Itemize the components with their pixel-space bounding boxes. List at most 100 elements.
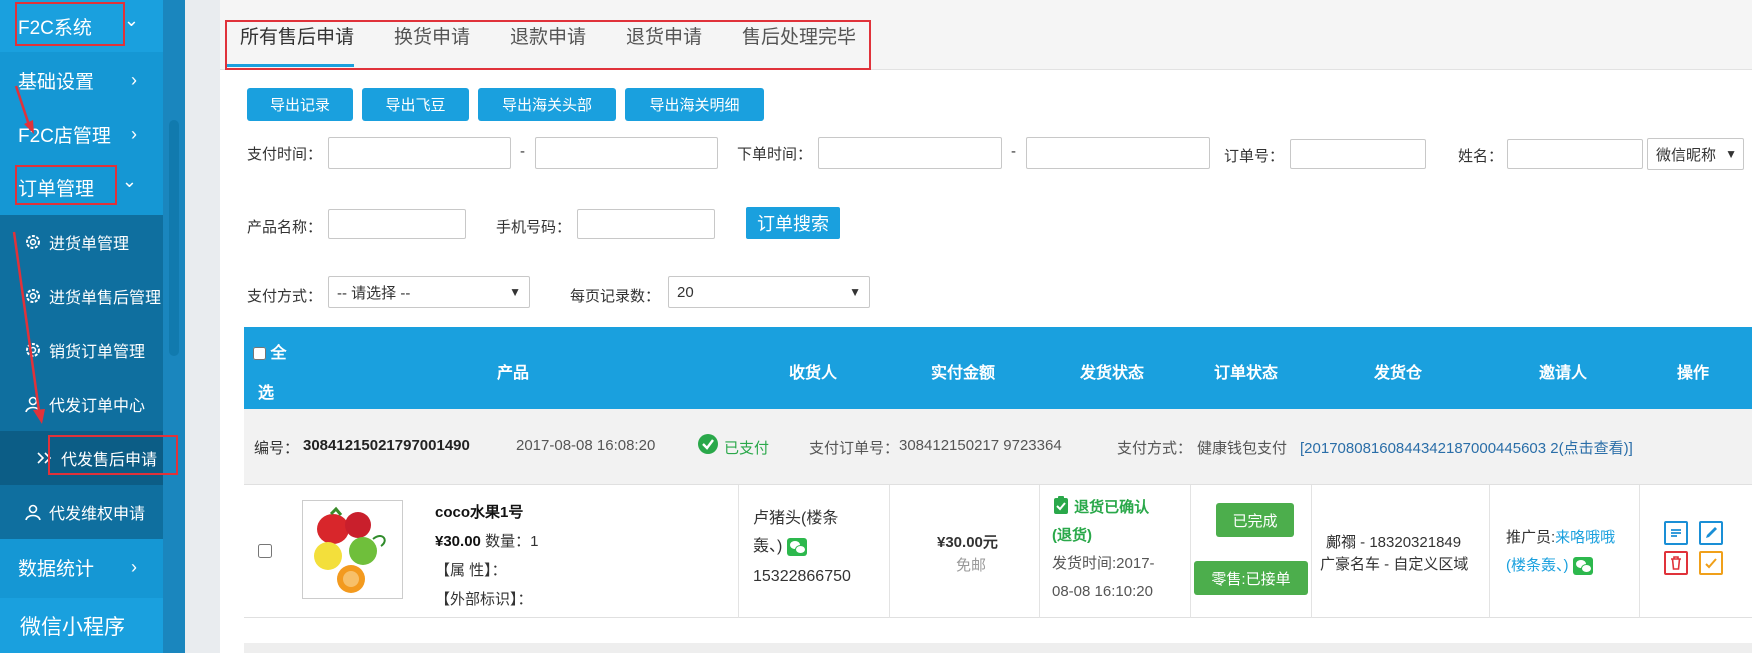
pay-time-start-input[interactable]: [328, 137, 511, 169]
receiver-name: 卢猪头(楼条: [753, 510, 839, 527]
column-divider: [1039, 485, 1040, 618]
delete-icon[interactable]: [1664, 551, 1688, 575]
header-actions: 操作: [1677, 365, 1710, 382]
annotation-arrows: [12, 85, 45, 424]
paid-status: 已支付: [724, 440, 770, 457]
product-name: coco水果1号: [435, 504, 524, 521]
page-size-value: 20: [677, 283, 694, 301]
order-no-input[interactable]: [1290, 139, 1426, 169]
header-product: 产品: [497, 365, 530, 382]
range-dash: -: [520, 143, 525, 160]
tab-bar: 所有售后申请 换货申请 退款申请 退货申请 售后处理完毕: [220, 0, 1752, 70]
column-divider: [1190, 485, 1191, 618]
external-id-label: 【外部标识】：: [435, 591, 533, 608]
order-no-label: 订单号：: [1224, 148, 1285, 165]
pay-method-select[interactable]: -- 请选择 -- ▼: [328, 276, 530, 308]
name-input[interactable]: [1507, 139, 1643, 169]
order-completed-button[interactable]: 已完成: [1216, 503, 1294, 537]
active-tab-indicator: [227, 64, 354, 67]
receiver-name-cont: 轰、): [753, 538, 783, 555]
page-size-select[interactable]: 20 ▼: [668, 276, 870, 308]
tab-completed[interactable]: 售后处理完毕: [742, 22, 856, 62]
header-receiver: 收货人: [789, 365, 838, 382]
column-divider: [1489, 485, 1490, 618]
column-divider: [738, 485, 739, 618]
select-all-checkbox[interactable]: [253, 347, 266, 361]
name-label: 姓名：: [1458, 148, 1504, 165]
receiver-name-2: 轰、): [753, 533, 807, 561]
tab-return[interactable]: 退货申请: [626, 22, 702, 62]
next-row-strip: [244, 643, 1752, 653]
order-number: 30841215021797001490: [303, 437, 470, 454]
wechat-icon: [786, 537, 807, 556]
receiver-phone: 15322866750: [753, 568, 851, 585]
clipboard-check-icon: [1054, 496, 1068, 514]
column-divider: [889, 485, 890, 618]
pay-detail-link[interactable]: [20170808160844342187000445603 2(点击查看)]: [1300, 437, 1633, 458]
warehouse-line-2: 广豪名车 - 自定义区域: [1320, 556, 1469, 573]
inviter-2: (楼条轰、): [1506, 553, 1593, 579]
order-time-label: 下单时间：: [737, 146, 813, 163]
wechat-icon: [1572, 557, 1593, 576]
export-records-button[interactable]: 导出记录: [247, 88, 353, 121]
order-search-button[interactable]: 订单搜索: [746, 207, 840, 239]
sidebar: F2C系统 ⌄ 基础设置 › F2C店管理 › 订单管理 ⌄ 进货单管理 进货单…: [0, 0, 185, 653]
column-divider: [1311, 485, 1312, 618]
edit-icon[interactable]: [1699, 521, 1723, 545]
range-dash: -: [1011, 143, 1016, 160]
pay-method-value: -- 请选择 --: [337, 284, 411, 302]
select-all-label: 全: [270, 345, 287, 362]
header-order-status: 订单状态: [1214, 365, 1279, 382]
view-detail-icon[interactable]: [1664, 521, 1688, 545]
product-price: ¥30.00: [435, 533, 481, 550]
quantity: 1: [530, 533, 539, 550]
dropdown-arrow-icon: ▼: [849, 285, 861, 299]
pay-method-info-label: 支付方式：: [1117, 440, 1193, 457]
audit-icon[interactable]: [1699, 551, 1723, 575]
product-image: [302, 500, 403, 599]
product-name-input[interactable]: [328, 209, 466, 239]
column-divider: [1639, 485, 1640, 618]
inviter-name-2[interactable]: (楼条轰、): [1506, 557, 1569, 574]
tab-refund[interactable]: 退款申请: [510, 22, 586, 62]
row-checkbox[interactable]: [258, 544, 272, 558]
order-time-start-input[interactable]: [818, 137, 1002, 169]
select-all-label-2: 选: [258, 385, 275, 402]
pay-order-no: 308412150217 9723364: [899, 437, 1062, 454]
order-time-end-input[interactable]: [1026, 137, 1210, 169]
retail-accepted-button[interactable]: 零售:已接单: [1194, 561, 1308, 595]
phone-input[interactable]: [577, 209, 715, 239]
header-warehouse: 发货仓: [1374, 365, 1423, 382]
pay-time-label: 支付时间：: [247, 146, 323, 163]
name-type-select[interactable]: 微信昵称 ▼: [1647, 138, 1744, 170]
ship-time-1: 发货时间:2017-: [1052, 555, 1155, 572]
quantity-label: 数量：: [485, 533, 531, 550]
export-customs-header-button[interactable]: 导出海关头部: [478, 88, 616, 121]
order-number-label: 编号：: [254, 440, 300, 457]
dropdown-arrow-icon: ▼: [1725, 147, 1737, 161]
export-customs-detail-button[interactable]: 导出海关明细: [625, 88, 764, 121]
product-price-line: ¥30.00 数量：1: [435, 529, 538, 555]
ship-status-text: 退货已确认: [1074, 499, 1150, 516]
pay-method-label: 支付方式：: [247, 288, 323, 305]
dropdown-arrow-icon: ▼: [509, 285, 521, 299]
ship-status: 退货已确认: [1052, 495, 1149, 521]
phone-label: 手机号码：: [496, 219, 572, 236]
tab-exchange[interactable]: 换货申请: [394, 22, 470, 62]
tab-all-aftersale[interactable]: 所有售后申请: [240, 22, 354, 62]
header-inviter: 邀请人: [1539, 365, 1588, 382]
inviter: 推广员:来咯哦哦: [1506, 525, 1615, 551]
ship-time-2: 08-08 16:10:20: [1052, 583, 1153, 600]
select-all-control[interactable]: 全: [253, 339, 286, 363]
shipping-note: 免邮: [956, 557, 987, 574]
order-info-bar: 编号： 30841215021797001490 2017-08-08 16:0…: [244, 409, 1752, 485]
name-type-value: 微信昵称: [1656, 146, 1717, 164]
table-header: 全 选 产品 收货人 实付金额 发货状态 订单状态 发货仓 邀请人 操作: [244, 327, 1752, 409]
ship-status-2: (退货): [1052, 527, 1092, 544]
pay-time-end-input[interactable]: [535, 137, 718, 169]
main-content: 所有售后申请 换货申请 退款申请 退货申请 售后处理完毕 导出记录 导出飞豆 导…: [220, 0, 1752, 653]
paid-check-icon: [697, 433, 719, 459]
product-name-label: 产品名称：: [247, 219, 323, 236]
export-feidou-button[interactable]: 导出飞豆: [362, 88, 469, 121]
inviter-name[interactable]: 来咯哦哦: [1555, 529, 1615, 546]
